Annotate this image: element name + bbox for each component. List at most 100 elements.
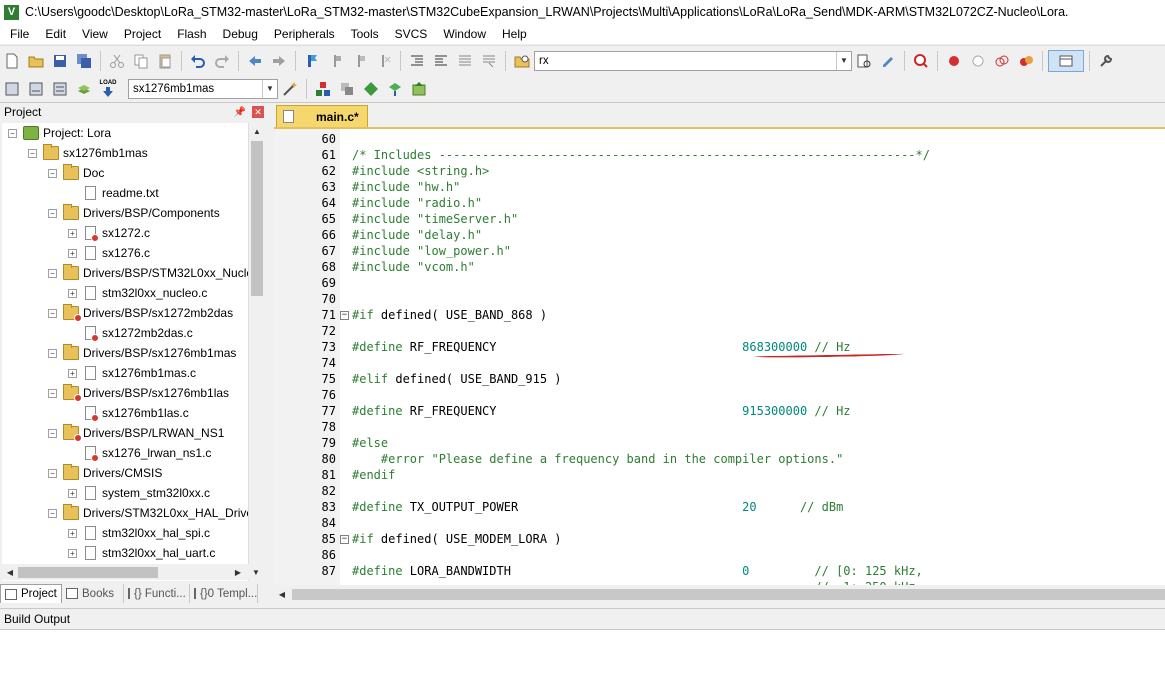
tree-item[interactable]: − sx1276mb1mas [28,143,148,163]
clear-bookmarks-icon[interactable] [373,50,395,72]
breakpoint-icon[interactable] [943,50,965,72]
find-replace-icon[interactable] [877,50,899,72]
save-icon[interactable] [49,50,71,72]
tree-item[interactable]: + sx1276mb1mas.c [68,363,196,383]
tree-horizontal-scrollbar[interactable]: ◀ ▶ ▼ [2,564,264,580]
tree-vertical-scrollbar[interactable]: ▲ [248,123,264,581]
editor-horizontal-scrollbar[interactable]: ◀ [274,585,1165,603]
tree-item[interactable]: − Drivers/CMSIS [48,463,162,483]
uncomment-icon[interactable] [478,50,500,72]
tree-item[interactable]: readme.txt [68,183,159,203]
load-download-icon[interactable]: LOAD [97,78,119,100]
tree-item[interactable]: sx1272mb2das.c [68,323,193,343]
chevron-down-icon[interactable]: ▼ [836,51,851,70]
tree-item[interactable]: + sx1276.c [68,243,150,263]
scroll-right-icon[interactable]: ▶ [230,564,246,580]
tree-item[interactable]: sx1276mb1las.c [68,403,189,423]
scrollbar-thumb[interactable] [18,567,158,578]
chevron-down-icon[interactable]: ▼ [262,79,277,98]
tree-item[interactable]: − Drivers/BSP/sx1276mb1mas [48,343,236,363]
code-editor[interactable]: 60 61 /* Includes ------------------------… [274,127,1165,585]
menu-view[interactable]: View [74,24,116,44]
run-time-env-icon[interactable] [360,78,382,100]
expand-icon[interactable]: + [68,528,77,538]
next-bookmark-icon[interactable] [349,50,371,72]
tree-item[interactable]: + stm32l0xx_hal_spi.c [68,523,210,543]
expand-icon[interactable]: + [68,548,77,558]
tree-item[interactable]: − Project: Lora [8,123,111,143]
panel-tab-1[interactable]: Books [62,584,124,603]
expand-icon[interactable]: + [68,288,77,298]
pack-installer-icon[interactable] [384,78,406,100]
scroll-left-icon[interactable]: ◀ [274,586,290,602]
panel-tab-3[interactable]: {}0 Templ... [190,584,258,603]
translate-icon[interactable] [1,78,23,100]
menu-edit[interactable]: Edit [37,24,74,44]
nav-forward-icon[interactable] [268,50,290,72]
target-select[interactable]: sx1276mb1mas ▼ [128,78,278,99]
build-output-text[interactable] [0,629,1165,685]
menu-svcs[interactable]: SVCS [387,24,436,44]
scroll-left-icon[interactable]: ◀ [2,564,18,580]
debug-session-icon[interactable] [910,50,932,72]
tree-item[interactable]: + sx1272.c [68,223,150,243]
collapse-icon[interactable]: − [48,428,57,438]
select-software-packs-icon[interactable] [408,78,430,100]
tree-item[interactable]: − Drivers/BSP/sx1272mb2das [48,303,233,323]
tree-item[interactable]: − Drivers/BSP/Components [48,203,220,223]
menu-window[interactable]: Window [435,24,494,44]
find-combo[interactable]: rx ▼ [534,50,852,71]
expand-icon[interactable]: + [68,228,77,238]
comment-icon[interactable] [454,50,476,72]
collapse-icon[interactable]: − [48,268,57,278]
pin-icon[interactable]: 📌 [234,107,246,118]
menu-peripherals[interactable]: Peripherals [266,24,343,44]
collapse-icon[interactable]: − [48,308,57,318]
expand-icon[interactable]: + [68,248,77,258]
scroll-down-icon[interactable]: ▼ [248,564,264,580]
panel-tab-0[interactable]: Project [0,584,62,603]
tree-item[interactable]: + stm32l0xx_hal_uart.c [68,543,215,563]
expand-icon[interactable]: + [68,368,77,378]
collapse-icon[interactable]: − [8,128,17,138]
tree-item[interactable]: − Doc [48,163,104,183]
unindent-icon[interactable] [430,50,452,72]
close-icon[interactable]: ✕ [252,106,264,118]
collapse-icon[interactable]: − [48,508,57,518]
scrollbar-thumb[interactable] [292,589,1165,600]
fold-collapse-icon[interactable]: − [340,311,349,320]
rebuild-icon[interactable] [49,78,71,100]
tree-item[interactable]: − Drivers/BSP/STM32L0xx_Nucle [48,263,248,283]
tab-main-c[interactable]: main.c* [276,105,368,127]
scroll-up-icon[interactable]: ▲ [249,123,265,139]
scrollbar-thumb[interactable] [251,141,263,296]
bookmark-icon[interactable] [301,50,323,72]
manage-components-icon[interactable] [312,78,334,100]
menu-help[interactable]: Help [494,24,535,44]
target-options-wand-icon[interactable] [279,78,301,100]
undo-icon[interactable] [187,50,209,72]
collapse-icon[interactable]: − [48,388,57,398]
collapse-icon[interactable]: − [48,208,57,218]
incremental-find-icon[interactable] [853,50,875,72]
tree-item[interactable]: + system_stm32l0xx.c [68,483,210,503]
tree-item[interactable]: − Drivers/BSP/LRWAN_NS1 [48,423,224,443]
disable-breakpoint-icon[interactable] [967,50,989,72]
tree-item[interactable]: + stm32l0xx_nucleo.c [68,283,207,303]
cut-icon[interactable] [106,50,128,72]
expand-icon[interactable]: + [68,488,77,498]
collapse-icon[interactable]: − [48,468,57,478]
file-extensions-icon[interactable] [336,78,358,100]
open-folder-icon[interactable] [25,50,47,72]
redo-icon[interactable] [211,50,233,72]
panel-tab-2[interactable]: {} Functi... [124,584,190,603]
save-all-icon[interactable] [73,50,95,72]
fold-collapse-icon[interactable]: − [340,535,349,544]
batch-build-icon[interactable] [73,78,95,100]
prev-bookmark-icon[interactable] [325,50,347,72]
paste-icon[interactable] [154,50,176,72]
menu-project[interactable]: Project [116,24,169,44]
kill-all-breakpoints-icon[interactable] [1015,50,1037,72]
nav-back-icon[interactable] [244,50,266,72]
indent-icon[interactable] [406,50,428,72]
